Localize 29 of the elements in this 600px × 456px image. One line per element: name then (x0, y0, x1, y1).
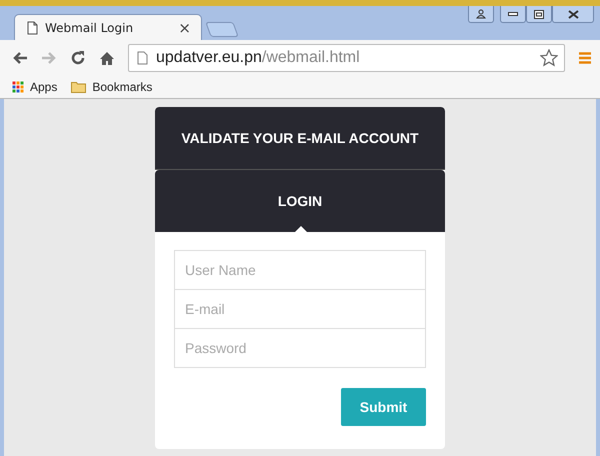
maximize-icon (534, 10, 544, 18)
card-title: VALIDATE YOUR E-MAIL ACCOUNT (181, 130, 419, 146)
reload-icon[interactable] (70, 50, 86, 66)
input-field[interactable]: Password (174, 328, 426, 368)
folder-icon (71, 81, 86, 93)
apps-grid-icon (12, 81, 24, 93)
page-icon (137, 51, 148, 65)
url-text: updatver.eu.pn/webmail.html (156, 49, 361, 67)
section-title: LOGIN (278, 193, 322, 209)
pointer-icon (295, 226, 307, 232)
browser-tab[interactable]: Webmail Login × (14, 14, 202, 40)
close-window-button[interactable] (552, 6, 594, 23)
maximize-button[interactable] (526, 6, 552, 23)
input-field[interactable]: E-mail (174, 289, 426, 329)
bookmark-item[interactable]: Bookmarks (71, 80, 152, 94)
star-icon[interactable] (540, 49, 558, 67)
tab-title: Webmail Login (45, 20, 134, 34)
document-icon (27, 20, 38, 34)
bookmark-item[interactable]: Apps (12, 80, 58, 94)
close-icon[interactable]: × (178, 18, 191, 36)
user-button[interactable] (468, 6, 494, 23)
address-bar[interactable]: updatver.eu.pn/webmail.html (128, 44, 565, 72)
input-field[interactable]: User Name (174, 250, 426, 290)
person-icon (476, 9, 486, 19)
minimize-button[interactable] (500, 6, 526, 23)
back-icon[interactable] (12, 51, 28, 65)
close-icon (568, 10, 578, 18)
minimize-icon (508, 12, 518, 16)
home-icon[interactable] (99, 50, 115, 66)
